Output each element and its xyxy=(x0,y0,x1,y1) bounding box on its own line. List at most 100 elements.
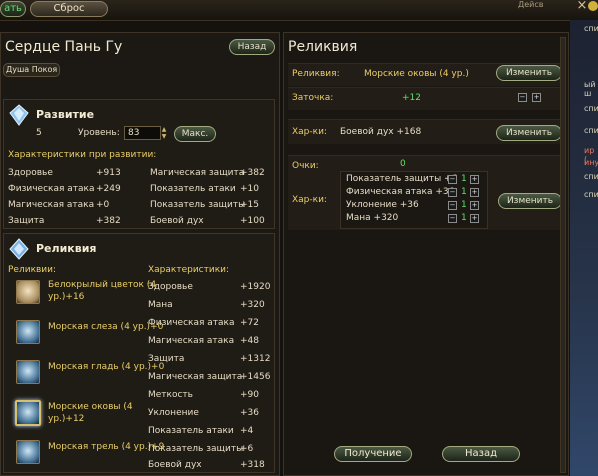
relic-item-icon[interactable] xyxy=(16,320,40,344)
chars-label: Хар-ки: xyxy=(292,127,327,137)
chat-line: инут xyxy=(584,158,598,167)
stat-value: +10 xyxy=(240,184,259,194)
minus-icon[interactable]: − xyxy=(448,214,457,223)
right-panel: Реликвия Реликвия: Морские оковы (4 ур.)… xyxy=(283,32,569,476)
relics-list-header: Реликвии: xyxy=(8,265,57,275)
char-name: Боевой дух xyxy=(148,460,202,470)
char-name: Здоровье xyxy=(148,282,193,292)
relic-item-name[interactable]: Морская трель (4 ур.)+9 xyxy=(48,442,164,452)
relic-item-name[interactable]: Морская гладь (4 ур.)+0 xyxy=(48,362,164,372)
change-chars-button[interactable]: Изменить xyxy=(496,125,562,141)
gear-icon[interactable] xyxy=(588,1,598,11)
level-points: 5 xyxy=(36,128,42,138)
relic-item-icon-selected[interactable] xyxy=(15,400,41,426)
development-title: Развитие xyxy=(36,108,95,121)
level-input[interactable]: 83 xyxy=(124,126,161,140)
relic-item-name[interactable]: Белокрылый цветок (4 xyxy=(48,280,156,290)
relic-item-icon[interactable] xyxy=(16,280,40,304)
back-button[interactable]: Назад xyxy=(442,446,520,462)
stat-name: Боевой дух xyxy=(150,216,204,226)
minus-icon[interactable]: − xyxy=(448,175,457,184)
stat-value: +382 xyxy=(96,216,121,226)
points-value: 0 xyxy=(400,159,406,169)
change-relic-button[interactable]: Изменить xyxy=(496,65,562,81)
chat-line: ый ш xyxy=(584,80,596,98)
crystal-icon xyxy=(9,238,29,260)
stat-name: Магическая защита xyxy=(150,168,245,178)
stat-value: +913 xyxy=(96,168,121,178)
stat-value: +249 xyxy=(96,184,121,194)
bonus-stat-name: Уклонение +36 xyxy=(346,200,419,210)
stat-name: Здоровье xyxy=(8,168,53,178)
points-label: Очки: xyxy=(292,161,319,171)
max-button[interactable]: Макс. xyxy=(174,126,216,142)
crystal-icon xyxy=(9,104,29,126)
chars2-label: Хар-ки: xyxy=(292,195,327,205)
bonus-stat-value: 1 xyxy=(461,200,467,210)
relics-chars-header: Характеристики: xyxy=(148,265,230,275)
panel-title: Сердце Пань Гу xyxy=(5,39,123,55)
minus-icon[interactable]: − xyxy=(448,188,457,197)
char-value: +1456 xyxy=(240,372,271,382)
relic-label: Реликвия: xyxy=(292,69,340,79)
char-name: Магическая атака xyxy=(148,336,235,346)
bonus-stat-name: Показатель защиты +6 xyxy=(346,174,458,184)
stat-value: +15 xyxy=(240,200,259,210)
stat-name: Защита xyxy=(8,216,45,226)
relic-item-name[interactable]: ур.)+12 xyxy=(48,414,84,424)
plus-icon[interactable]: + xyxy=(470,188,479,197)
left-panel: Сердце Пань Гу Назад Душа Покоя Развитие… xyxy=(0,32,280,476)
get-button[interactable]: Получение xyxy=(334,446,412,462)
char-name: Магическая защита xyxy=(148,372,243,382)
char-value: +36 xyxy=(240,408,259,418)
plus-icon[interactable]: + xyxy=(532,93,541,102)
char-name: Физическая атака xyxy=(148,318,235,328)
top-right-link[interactable]: Дейсв xyxy=(518,0,543,9)
minus-icon[interactable]: − xyxy=(448,201,457,210)
bonus-stat-value: 1 xyxy=(461,174,467,184)
dev-stats-header: Характеристики при развитии: xyxy=(8,150,157,160)
char-value: +72 xyxy=(240,318,259,328)
relic-item-icon[interactable] xyxy=(16,360,40,384)
relics-title: Реликвия xyxy=(36,242,97,255)
bonus-stat-name: Мана +320 xyxy=(346,213,399,223)
change-bonus-button[interactable]: Изменить xyxy=(498,193,562,209)
minus-icon[interactable]: − xyxy=(518,93,527,102)
chars-value: Боевой дух +168 xyxy=(340,127,422,137)
char-name: Меткость xyxy=(148,390,193,400)
sharpen-label: Заточка: xyxy=(292,93,334,103)
char-name: Показатель атаки xyxy=(148,426,234,436)
level-stepper[interactable]: ▲ ▼ xyxy=(160,126,168,140)
level-label: Уровень: xyxy=(78,128,120,138)
relics-section: Реликвия Реликвии: Характеристики: Белок… xyxy=(3,233,275,473)
stat-name: Физическая атака xyxy=(8,184,95,194)
char-name: Показатель защиты xyxy=(148,444,244,454)
soul-tag[interactable]: Душа Покоя xyxy=(3,63,61,77)
bonus-stat-name: Физическая атака +36 xyxy=(346,187,455,197)
chat-line: спи xyxy=(584,24,598,33)
development-section: Развитие 5 Уровень: 83 ▲ ▼ Макс. Характер… xyxy=(3,99,275,229)
chat-line: спи xyxy=(584,190,598,199)
stat-value: +100 xyxy=(240,216,265,226)
relic-item-name[interactable]: ур.)+16 xyxy=(48,292,84,302)
stat-value: +0 xyxy=(96,200,110,210)
relic-item-name[interactable]: Морские оковы (4 xyxy=(48,402,133,412)
relic-item-name[interactable]: Морская слеза (4 ур.)+0 xyxy=(48,322,163,332)
top-left-button[interactable]: ать xyxy=(0,1,26,17)
panel-title: Реликвия xyxy=(288,39,358,55)
back-button[interactable]: Назад xyxy=(229,39,275,55)
char-value: +6 xyxy=(240,444,254,454)
stat-value: +382 xyxy=(240,168,265,178)
plus-icon[interactable]: + xyxy=(470,201,479,210)
plus-icon[interactable]: + xyxy=(470,175,479,184)
stat-name: Показатель атаки xyxy=(150,184,236,194)
reset-button[interactable]: Сброс xyxy=(30,1,108,17)
chat-line: спи xyxy=(584,126,598,135)
scrollbar[interactable] xyxy=(560,37,566,473)
char-value: +90 xyxy=(240,390,259,400)
plus-icon[interactable]: + xyxy=(470,214,479,223)
bonus-stat-value: 1 xyxy=(461,187,467,197)
char-name: Защита xyxy=(148,354,185,364)
chat-line: спи xyxy=(584,104,598,113)
relic-item-icon[interactable] xyxy=(16,440,40,464)
